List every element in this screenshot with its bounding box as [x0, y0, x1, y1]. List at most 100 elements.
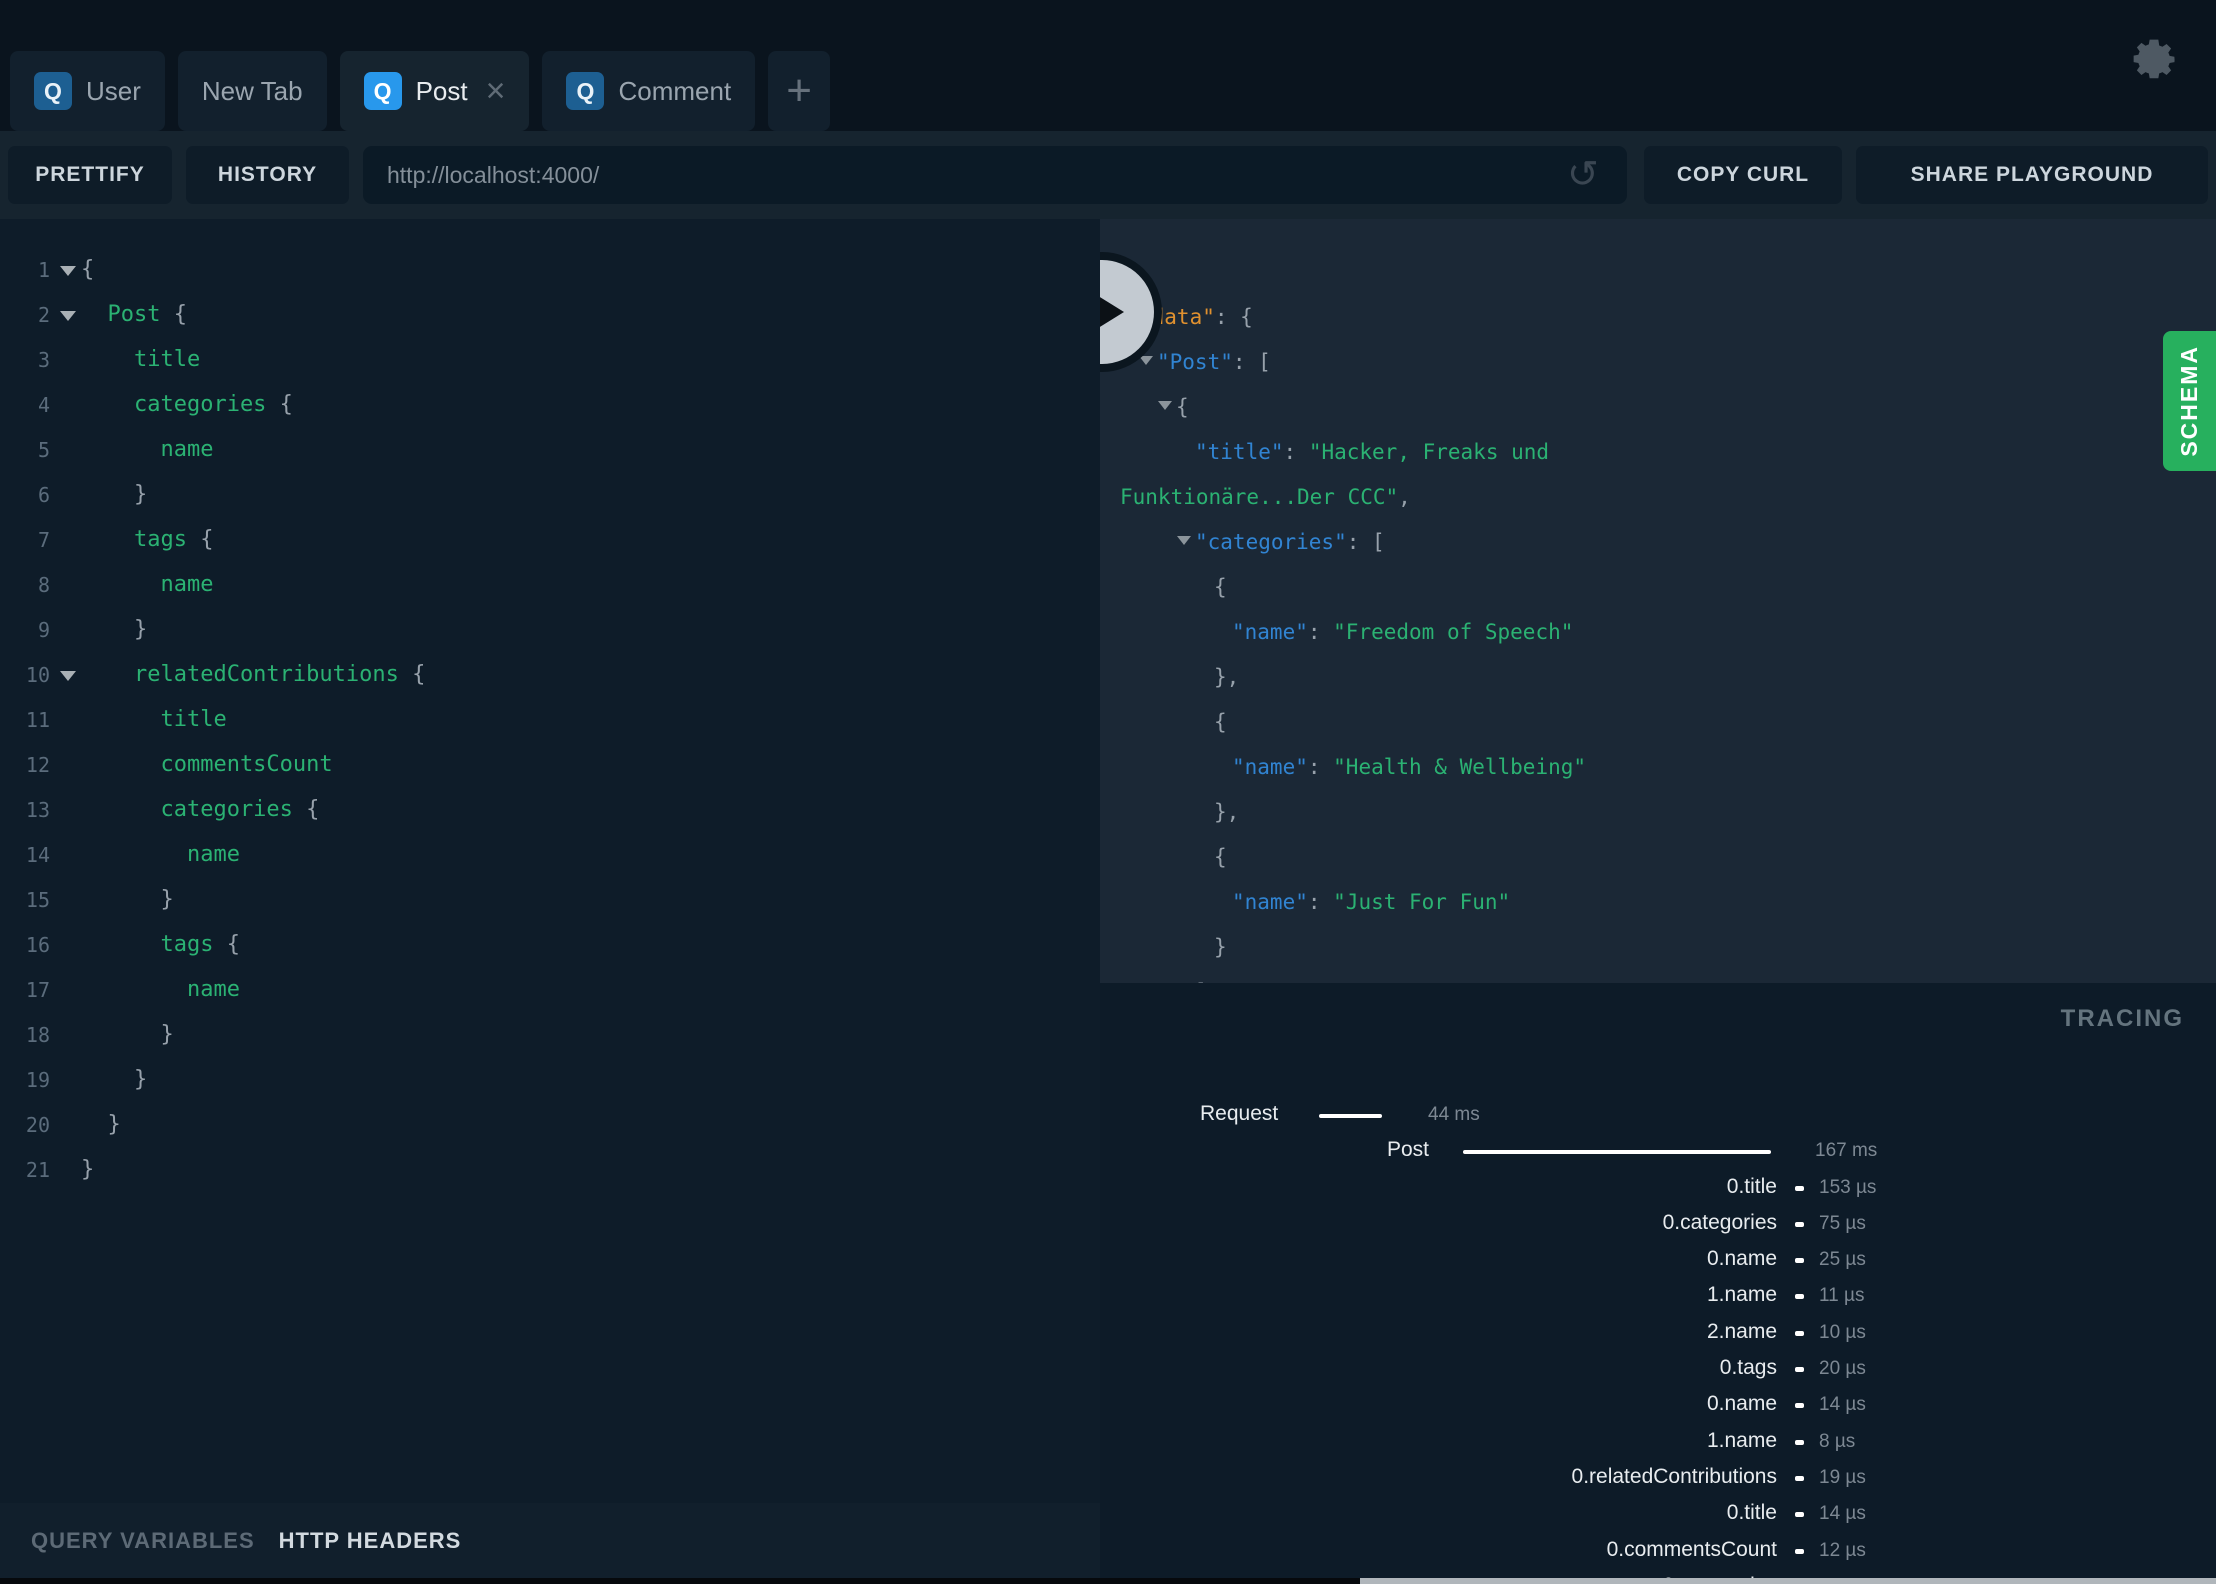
editor-line: 2 Post { [0, 292, 1100, 337]
prettify-button[interactable]: PRETTIFY [8, 146, 172, 204]
trace-dash [1795, 1258, 1804, 1264]
code-token: categories [81, 392, 267, 417]
tracing-panel: TRACING Request 44 ms Post 167 ms 0.title 153… [1100, 983, 2216, 1584]
trace-dash [1795, 1221, 1804, 1227]
trace-row: 0.title 153 µs [1100, 1173, 2216, 1209]
trace-label: 0.categories [1662, 1210, 1777, 1234]
fold-arrow-icon[interactable] [60, 311, 76, 321]
tab-new-tab[interactable]: New Tab [177, 51, 327, 131]
trace-dash [1795, 1548, 1804, 1554]
tracing-rows: Request 44 ms Post 167 ms 0.title 153 µs 0.cat… [1100, 1100, 2216, 1584]
endpoint-url-value[interactable]: http://localhost:4000/ [387, 162, 1567, 189]
query-badge-icon: Q [34, 72, 72, 110]
close-tab-icon[interactable]: × [486, 74, 506, 108]
editor-code: categories { [81, 392, 293, 417]
editor-line: 17 name [0, 967, 1100, 1012]
editor-code: } [81, 617, 147, 642]
editor-line: 12 commentsCount [0, 742, 1100, 787]
endpoint-url-bar[interactable]: http://localhost:4000/ ↻ [363, 146, 1627, 204]
reload-schema-icon[interactable]: ↻ [1567, 154, 1599, 196]
editor-code: } [81, 482, 147, 507]
json-token: { [1214, 574, 1227, 599]
trace-label: 0.title [1726, 1174, 1777, 1198]
line-number: 7 [37, 527, 50, 552]
line-number: 2 [37, 302, 50, 327]
trace-dash [1795, 1185, 1804, 1191]
editor-code: title [81, 707, 226, 732]
trace-row: 2.name 10 µs [1100, 1318, 2216, 1354]
response-line: }, [1100, 789, 2216, 834]
editor-line: 7 tags { [0, 517, 1100, 562]
query-editor[interactable]: 1{2 Post {3 title 4 categories {5 name 6 }… [0, 219, 1100, 1503]
fold-arrow-icon[interactable] [60, 671, 76, 681]
line-number: 3 [37, 347, 50, 372]
editor-code: name [81, 977, 240, 1002]
trace-time: 8 µs [1819, 1430, 1856, 1452]
json-token: : [1307, 754, 1334, 779]
fold-arrow-icon[interactable] [60, 266, 76, 276]
editor-code: } [81, 1112, 120, 1137]
response-line: }, [1100, 654, 2216, 699]
code-token: { [81, 257, 95, 282]
json-token: : { [1214, 304, 1253, 329]
copy-curl-button[interactable]: COPY CURL [1644, 146, 1842, 204]
trace-row: 1.name 11 µs [1100, 1281, 2216, 1317]
editor-line: 3 title [0, 337, 1100, 382]
trace-dash [1795, 1294, 1804, 1300]
tab-label: Comment [618, 75, 732, 106]
trace-dash [1795, 1439, 1804, 1445]
fold-arrow-icon[interactable] [1158, 401, 1172, 410]
trace-label: 1.name [1706, 1428, 1777, 1452]
plus-icon: + [786, 66, 812, 115]
editor-code: title [81, 347, 200, 372]
trace-time: 12 µs [1819, 1539, 1866, 1561]
response-line: "Post": [ [1100, 339, 2216, 384]
editor-code: } [81, 887, 173, 912]
editor-line: 6 } [0, 472, 1100, 517]
http-headers-tab[interactable]: HTTP HEADERS [279, 1528, 462, 1554]
json-token: "categories" [1195, 529, 1347, 554]
tab-post[interactable]: Q Post × [339, 51, 530, 131]
settings-gear-icon[interactable] [2128, 34, 2180, 86]
editor-code: commentsCount [81, 752, 333, 777]
query-variables-tab[interactable]: QUERY VARIABLES [31, 1528, 255, 1554]
json-token: : [1307, 619, 1334, 644]
line-number: 20 [25, 1112, 50, 1137]
editor-code: Post { [81, 302, 187, 327]
response-line: { [1100, 384, 2216, 429]
editor-code: tags { [81, 527, 214, 552]
trace-time: 75 µs [1819, 1212, 1866, 1234]
history-button[interactable]: HISTORY [186, 146, 349, 204]
tab-comment[interactable]: Q Comment [542, 51, 756, 131]
graphql-playground-window: Q User New Tab Q Post × Q Comment + PRETTIFY HIS… [0, 0, 2216, 1584]
trace-row: 0.relatedContributions 19 µs [1100, 1463, 2216, 1499]
response-line: Funktionäre...Der CCC", [1100, 474, 2216, 519]
line-number: 11 [25, 707, 50, 732]
trace-row: 0.tags 20 µs [1100, 1354, 2216, 1390]
new-tab-button[interactable]: + [768, 51, 830, 131]
line-number: 5 [37, 437, 50, 462]
editor-line: 19 } [0, 1057, 1100, 1102]
json-token: : [ [1346, 529, 1385, 554]
trace-time: 167 ms [1815, 1140, 1878, 1162]
json-token: "name" [1232, 889, 1308, 914]
json-token: : [ [1232, 349, 1271, 374]
trace-row: 0.commentsCount 12 µs [1100, 1536, 2216, 1572]
fold-arrow-icon[interactable] [1177, 536, 1191, 545]
response-line: "name": "Freedom of Speech" [1100, 609, 2216, 654]
json-token: { [1214, 844, 1227, 869]
share-playground-button[interactable]: SHARE PLAYGROUND [1856, 146, 2208, 204]
schema-side-tab[interactable]: SCHEMA [2163, 331, 2216, 471]
trace-time: 10 µs [1819, 1321, 1866, 1343]
line-number: 19 [25, 1067, 50, 1092]
editor-line: 8 name [0, 562, 1100, 607]
trace-dash [1795, 1403, 1804, 1409]
tab-user[interactable]: Q User [10, 51, 165, 131]
trace-row: Request 44 ms [1100, 1100, 2216, 1136]
editor-line: 13 categories { [0, 787, 1100, 832]
trace-label: Post [1387, 1138, 1430, 1162]
tracing-horizontal-scrollbar[interactable] [1360, 1578, 2216, 1584]
json-token: }, [1214, 664, 1240, 689]
code-token: commentsCount [81, 752, 333, 777]
line-number: 15 [25, 887, 50, 912]
